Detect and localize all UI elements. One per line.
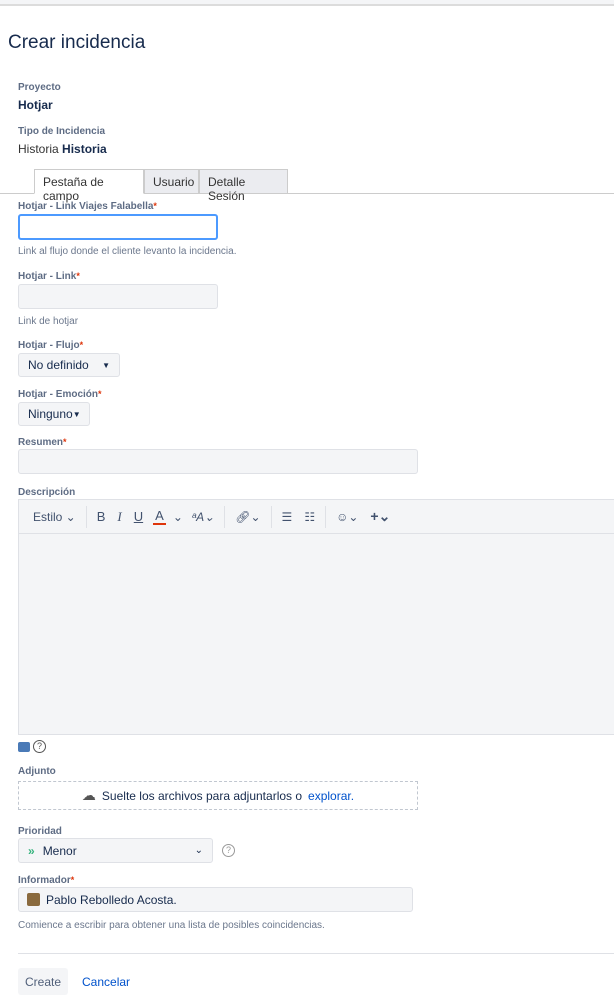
chevron-down-icon: ⌄ [194,845,203,856]
browse-link[interactable]: explorar. [308,789,354,803]
flujo-select[interactable]: No definido ▼ [18,353,120,377]
tab-pestana-de-campo[interactable]: Pestaña de campo [34,169,144,203]
italic-button[interactable]: I [111,509,127,525]
avatar [27,893,40,906]
link-viajes-input[interactable] [18,214,218,240]
bold-button[interactable]: B [91,509,112,524]
attachment-dropzone[interactable]: ☁ Suelte los archivos para adjuntarlos o… [18,781,418,810]
dropdown-arrow-icon: ▼ [72,409,81,419]
insert-plus-icon[interactable]: +⌄ [364,508,396,525]
text-color-button[interactable]: A [153,508,166,525]
informador-value: Pablo Rebolledo Acosta. [46,892,177,907]
tab-bar: Pestaña de campo Usuario Detalle Sesión [0,169,614,203]
issue-type-label: Tipo de Incidencia [18,126,106,137]
cloud-upload-icon: ☁ [81,787,96,803]
prioridad-label: Prioridad [18,826,62,837]
dropdown-arrow-icon: ▼ [102,360,110,370]
adjunto-label: Adjunto [18,766,56,777]
create-button[interactable]: Create [18,968,69,995]
font-size-button[interactable]: ᵃA⌄ [186,510,220,524]
prioridad-select[interactable]: » Menor ⌄ [18,838,213,863]
project-label: Proyecto [18,82,61,93]
emocion-label: Hotjar - Emoción* [18,389,102,400]
project-value: Hotjar [18,98,53,112]
flujo-label: Hotjar - Flujo* [18,340,84,351]
informador-label: Informador* [18,875,75,886]
help-icon[interactable]: ? [222,844,235,857]
link-viajes-label: Hotjar - Link Viajes Falabella* [18,201,157,212]
underline-button[interactable]: U [128,509,149,524]
link-input[interactable] [18,284,218,309]
top-bar [0,0,614,6]
bullet-list-icon[interactable]: ☰ [276,510,299,524]
chevron-down-icon[interactable]: ⌄ [170,510,186,524]
issue-type-text: Historia [62,142,107,156]
description-editor[interactable]: Estilo ⌄ B I U A ⌄ ᵃA⌄ 🔗︎⌄ ☰ ☷ ☺⌄ +⌄ [18,499,614,735]
informador-hint: Comience a escribir para obtener una lis… [18,920,325,931]
style-dropdown[interactable]: Estilo ⌄ [27,510,82,524]
emocion-select[interactable]: Ninguno ▼ [18,402,90,426]
resumen-label: Resumen* [18,437,67,448]
cancel-link[interactable]: Cancelar [75,968,137,995]
informador-input[interactable]: Pablo Rebolledo Acosta. [18,887,413,912]
numbered-list-icon[interactable]: ☷ [298,510,321,524]
divider [18,953,614,954]
tab-usuario[interactable]: Usuario [144,169,199,194]
link-hint: Link de hotjar [18,316,79,327]
descripcion-label: Descripción [18,487,76,498]
issue-type-value: Historia Historia [18,142,107,156]
dropzone-text: Suelte los archivos para adjuntarlos o [101,788,303,803]
tab-detalle-sesion[interactable]: Detalle Sesión [199,169,288,203]
resumen-input[interactable] [18,449,418,474]
emoji-icon[interactable]: ☺⌄ [330,510,364,524]
editor-toolbar: Estilo ⌄ B I U A ⌄ ᵃA⌄ 🔗︎⌄ ☰ ☷ ☺⌄ +⌄ [19,500,614,534]
page-title: Crear incidencia [8,32,146,53]
link-viajes-hint: Link al flujo donde el cliente levanto l… [18,246,237,257]
priority-minor-icon: » [28,843,35,858]
help-icon[interactable]: ? [33,740,46,753]
link-label: Hotjar - Link* [18,271,80,282]
broken-image-icon: Historia [18,142,59,156]
link-icon[interactable]: 🔗︎⌄ [229,510,266,524]
folder-icon[interactable] [18,742,30,752]
